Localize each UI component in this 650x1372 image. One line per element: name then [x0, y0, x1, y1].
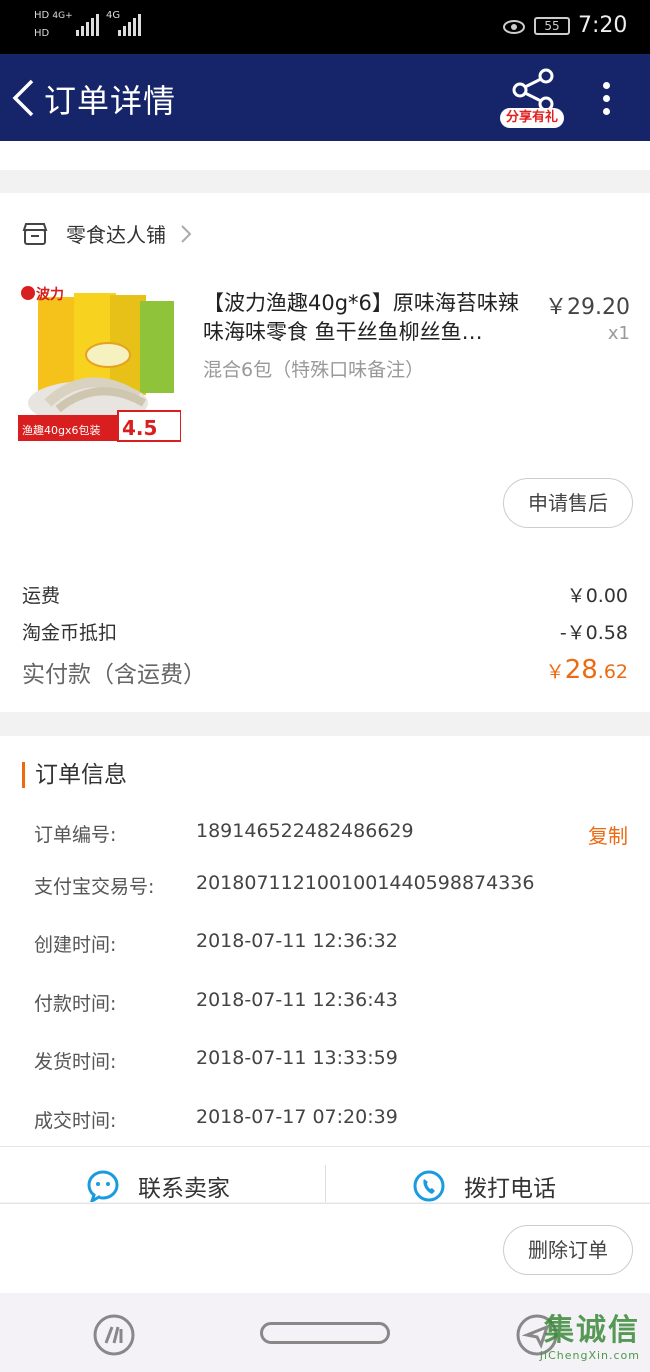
coin-label: 淘金币抵扣: [22, 622, 118, 644]
share-gift-label: 分享有礼: [500, 108, 564, 128]
watermark-sub: JiChengXin.com: [539, 1349, 640, 1362]
image-banner-text: 渔趣40gx6包装: [22, 423, 101, 437]
info-row-shipped: 发货时间: 2018-07-11 13:33:59: [34, 1047, 398, 1073]
product-image[interactable]: 波力 渔趣40gx6包装 4.5: [18, 285, 181, 447]
contact-seller-button[interactable]: 联系卖家: [86, 1169, 230, 1202]
delete-order-button[interactable]: 删除订单: [503, 1225, 633, 1275]
product-price: ￥29.20: [545, 295, 630, 320]
signal-icon-2: [118, 14, 141, 36]
home-pill[interactable]: [260, 1322, 390, 1344]
page-title: 订单详情: [44, 82, 177, 120]
info-row-created: 创建时间: 2018-07-11 12:36:32: [34, 930, 398, 956]
share-button[interactable]: 分享有礼: [500, 68, 564, 128]
total-row: 实付款（含运费） ￥28.62: [22, 655, 628, 689]
total-value: ￥28.62: [545, 655, 628, 685]
top-band: [0, 141, 650, 170]
info-row-paid: 付款时间: 2018-07-11 12:36:43: [34, 989, 398, 1015]
shop-name: 零食达人铺: [66, 223, 166, 247]
total-label: 实付款（含运费）: [22, 662, 206, 688]
info-row-order-number: 订单编号: 189146522482486629: [34, 820, 414, 846]
order-info-card: 订单信息 复制 订单编号: 189146522482486629 支付宝交易号: 2…: [0, 736, 650, 1146]
sim-indicator: HD 4G+ HD: [34, 10, 73, 39]
product-title[interactable]: 【波力渔趣40g*6】原味海苔味辣味海味零食 鱼干丝鱼柳丝鱼…: [203, 289, 533, 347]
action-divider: [325, 1165, 326, 1202]
product-sku: 混合6包（特殊口味备注）: [203, 359, 425, 381]
shop-row[interactable]: 零食达人铺: [22, 219, 192, 248]
bottom-action-card: 删除订单: [0, 1203, 650, 1293]
coin-deduction-row: 淘金币抵扣 -￥0.58: [22, 618, 628, 645]
call-phone-button[interactable]: 拨打电话: [412, 1169, 556, 1202]
system-navigation-bar: 集诚信 JiChengXin.com: [0, 1293, 650, 1372]
header: 订单详情 分享有礼: [0, 54, 650, 141]
product-picture: 波力 渔趣40gx6包装 4.5: [18, 285, 181, 447]
more-menu-icon[interactable]: [597, 82, 615, 118]
phone-icon: [413, 1170, 445, 1202]
eye-comfort-icon: [503, 20, 525, 34]
section-title: 订单信息: [22, 762, 127, 788]
watermark: 集诚信 JiChengXin.com: [540, 1305, 640, 1362]
clock: 7:20: [578, 13, 628, 38]
app-logo-icon[interactable]: [92, 1313, 136, 1357]
chat-icon: [87, 1170, 119, 1202]
share-icon: [512, 68, 554, 112]
chevron-right-icon: [181, 224, 192, 243]
image-price-text: 4.5: [122, 416, 157, 440]
contact-action-bar: 联系卖家 拨打电话: [0, 1146, 650, 1202]
battery-icon: 55: [534, 17, 570, 35]
order-item-card: 零食达人铺 波力 渔趣40gx6包装 4.5 【波力渔趣40g*6】原味海苔味辣…: [0, 193, 650, 712]
signal-icon: [76, 14, 99, 36]
shipping-label: 运费: [22, 585, 61, 607]
watermark-text: 集诚信: [544, 1313, 640, 1348]
info-row-completed: 成交时间: 2018-07-17 07:20:39: [34, 1106, 398, 1132]
shipping-value: ￥0.00: [566, 585, 628, 607]
status-bar: HD 4G+ HD 4G 55 7:20: [0, 0, 650, 54]
after-sale-button[interactable]: 申请售后: [503, 478, 633, 528]
shipping-row: 运费 ￥0.00: [22, 581, 628, 608]
coin-value: -￥0.58: [559, 622, 628, 644]
product-quantity: x1: [607, 323, 630, 344]
back-arrow-icon[interactable]: [10, 78, 36, 118]
image-brand-text: 波力: [36, 286, 64, 303]
info-row-alipay-number: 支付宝交易号: 2018071121001001440598874336: [34, 872, 535, 898]
store-icon: [22, 222, 48, 245]
